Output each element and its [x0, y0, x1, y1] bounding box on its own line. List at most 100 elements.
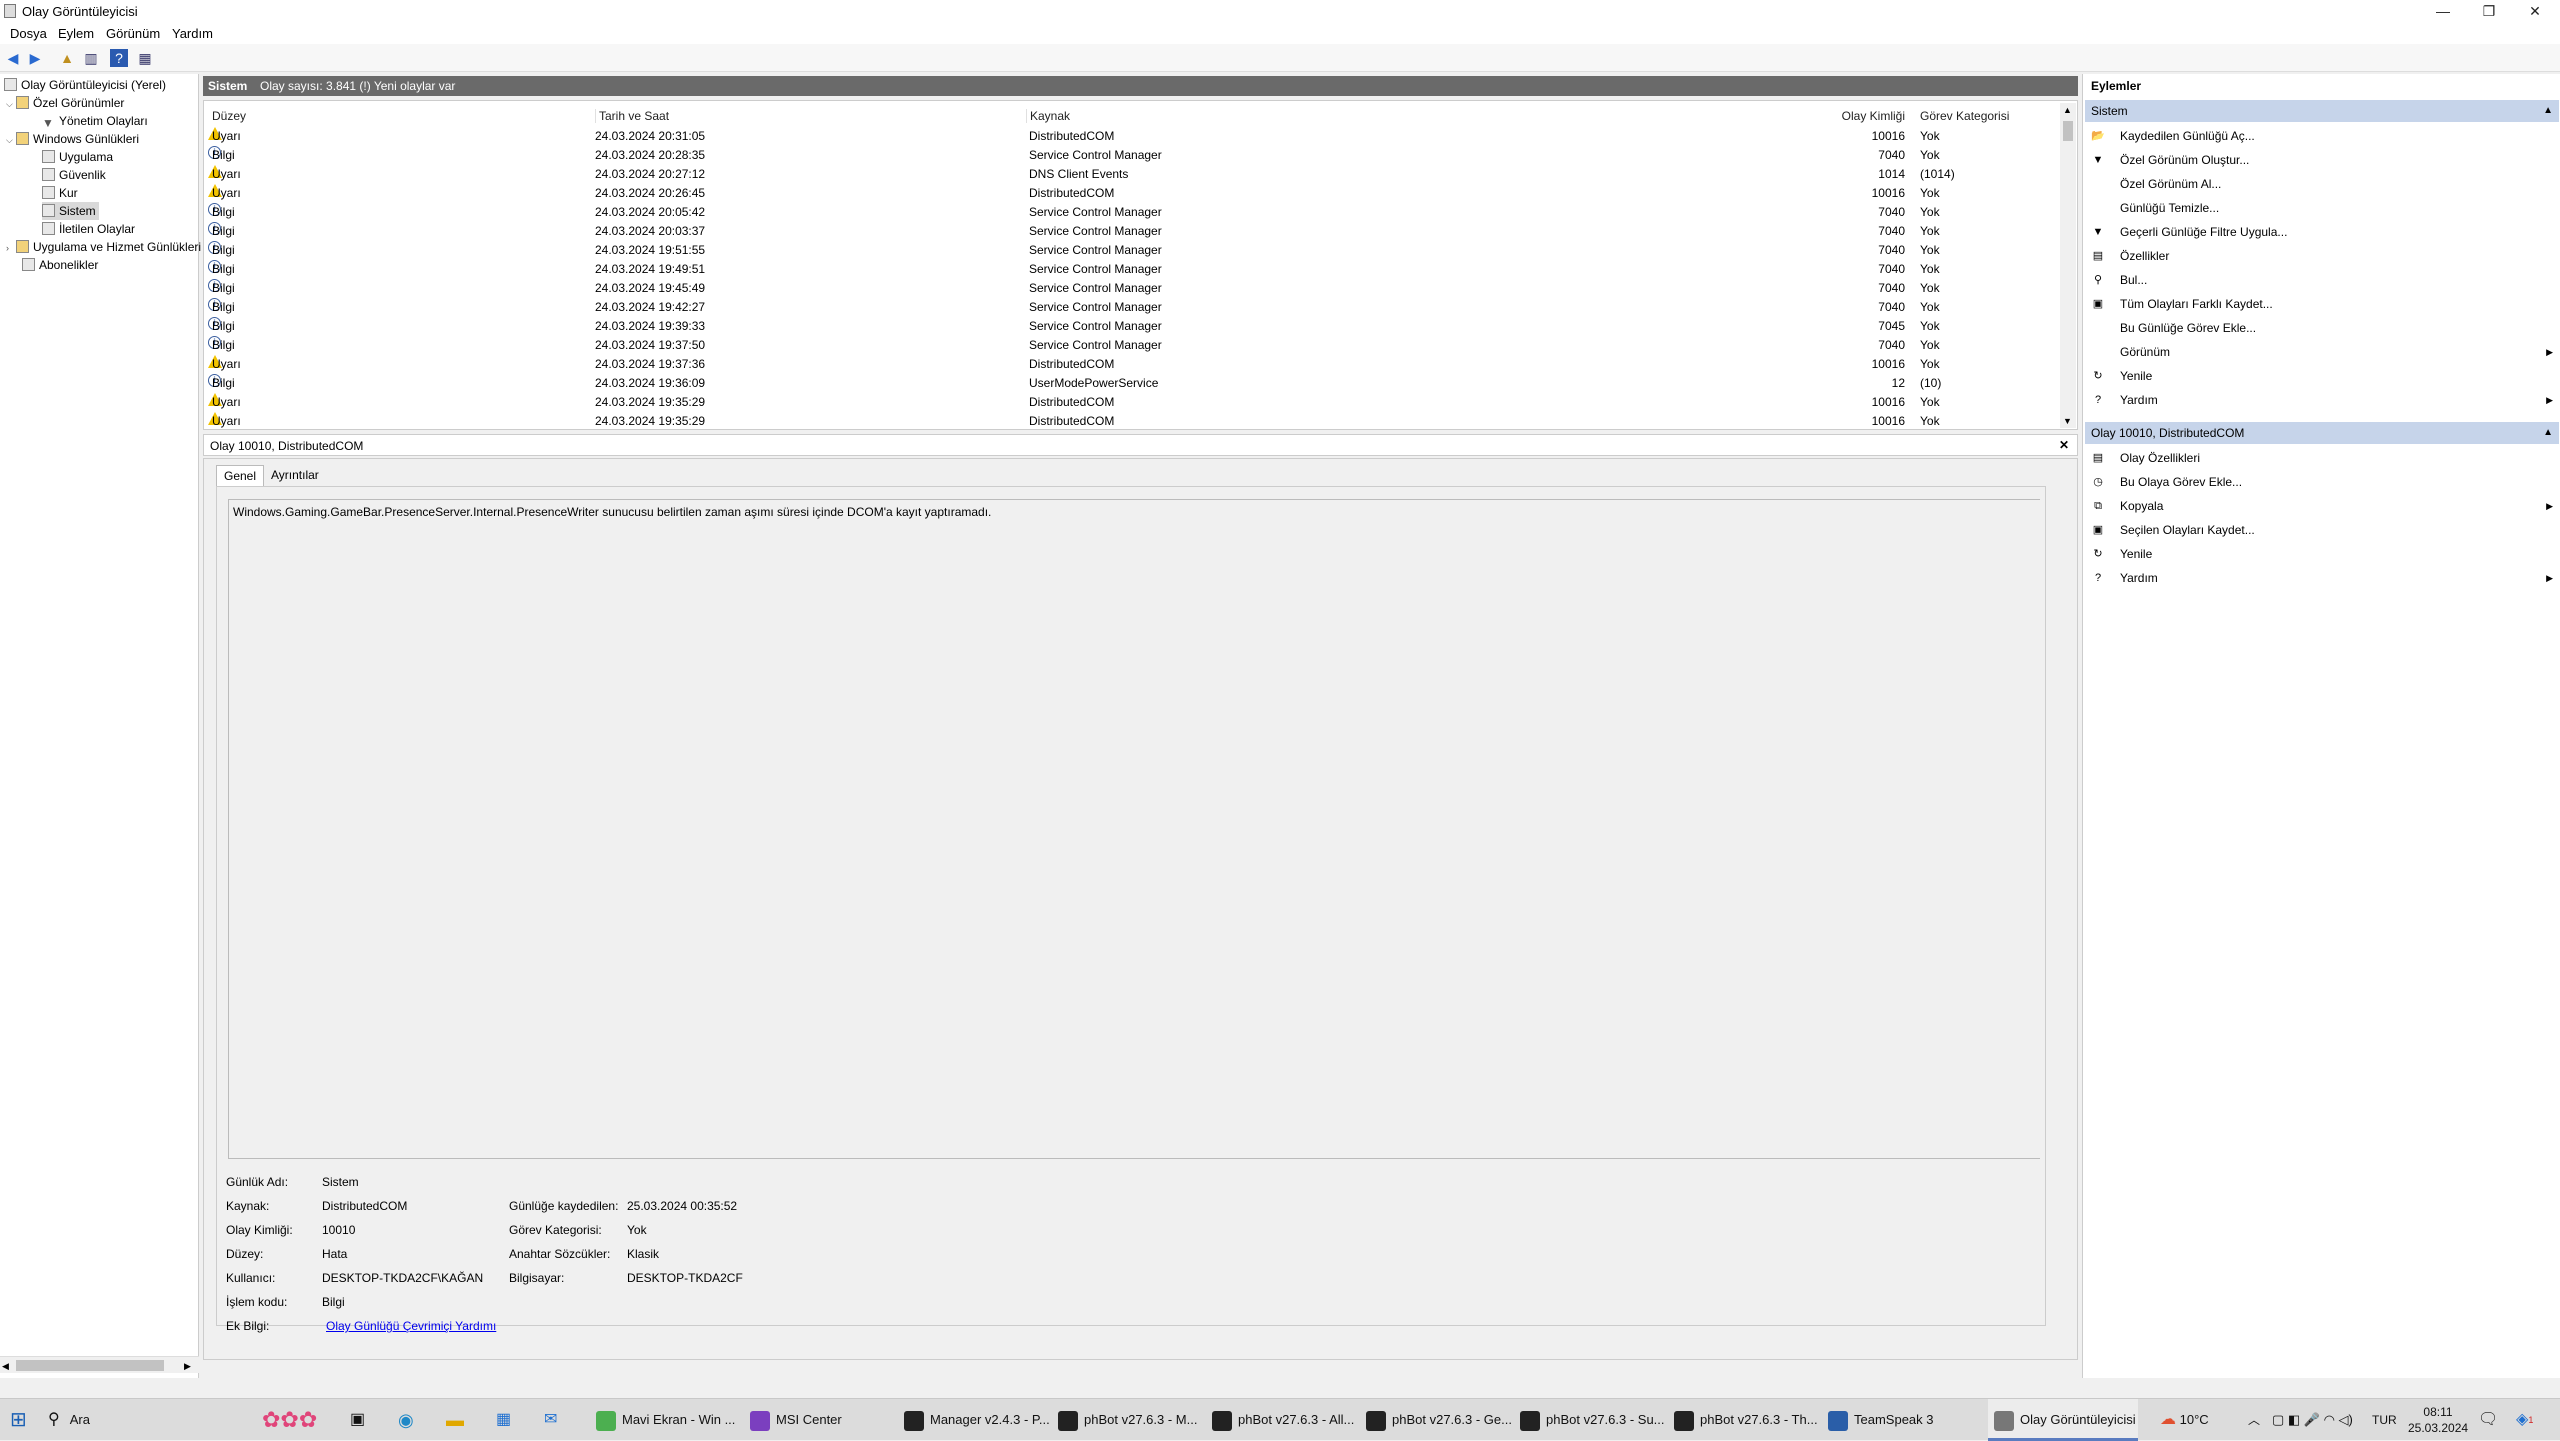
show-hide-tree-icon[interactable]: ▥	[82, 49, 100, 67]
column-header-level[interactable]: Düzey	[212, 109, 246, 123]
action-kaydedilen-günlüğü-aç[interactable]: 📂 Kaydedilen Günlüğü Aç...	[2085, 124, 2559, 148]
action-bu-olaya-görev-ekle[interactable]: ◷ Bu Olaya Görev Ekle...	[2085, 470, 2559, 494]
taskbar-app-button[interactable]: TeamSpeak 3	[1822, 1399, 1968, 1441]
copilot-icon[interactable]: ◈1	[2516, 1399, 2533, 1441]
task-view-icon[interactable]: ▣	[350, 1399, 374, 1441]
taskbar-app-button[interactable]: Mavi Ekran - Win ...	[590, 1399, 736, 1441]
taskbar-app-button[interactable]: phBot v27.6.3 - Th...	[1668, 1399, 1818, 1441]
minimize-button[interactable]: —	[2420, 0, 2466, 22]
scroll-right-icon[interactable]: ▶	[184, 1361, 191, 1372]
action-bu-günlüğe-görev-ekle[interactable]: Bu Günlüğe Görev Ekle...	[2085, 316, 2559, 340]
tree-item-root[interactable]: Olay Görüntüleyicisi (Yerel)	[4, 76, 166, 94]
list-vertical-scrollbar[interactable]: ▲ ▼	[2060, 103, 2076, 428]
store-icon[interactable]: ▦	[496, 1399, 520, 1441]
tree-item-subscriptions[interactable]: Abonelikler	[22, 256, 98, 274]
action-günlüğü-temizle[interactable]: Günlüğü Temizle...	[2085, 196, 2559, 220]
table-row[interactable]: i Bilgi 24.03.2024 19:36:09 UserModePowerSe…	[204, 374, 2064, 393]
close-button[interactable]: ✕	[2512, 0, 2558, 22]
taskbar-app-button[interactable]: phBot v27.6.3 - M...	[1052, 1399, 1198, 1441]
column-header-event-id[interactable]: Olay Kimliği	[1640, 109, 1905, 123]
table-row[interactable]: i Bilgi 24.03.2024 20:05:42 Service Control…	[204, 203, 2064, 222]
notifications-icon[interactable]: 🗨	[2478, 1399, 2498, 1441]
tray-icons[interactable]: ▢ ◧ 🎤 ◠ ◁)	[2272, 1399, 2353, 1441]
taskbar-app-button[interactable]: MSI Center	[744, 1399, 890, 1441]
tree-item-application[interactable]: Uygulama	[42, 148, 113, 166]
action-bul[interactable]: ⚲ Bul...	[2085, 268, 2559, 292]
table-row[interactable]: i Bilgi 24.03.2024 19:45:49 Service Control…	[204, 279, 2064, 298]
table-row[interactable]: Uyarı 24.03.2024 19:35:29 DistributedCOM 10…	[204, 412, 2064, 429]
tab-general[interactable]: Genel	[216, 465, 265, 486]
menu-eylem[interactable]: Eylem	[58, 26, 94, 41]
table-row[interactable]: i Bilgi 24.03.2024 20:03:37 Service Control…	[204, 222, 2064, 241]
expand-toggle-icon[interactable]: ⌵	[6, 95, 16, 113]
tree-item-forwarded-events[interactable]: İletilen Olaylar	[42, 220, 135, 238]
action-özellikler[interactable]: ▤ Özellikler	[2085, 244, 2559, 268]
action-seçilen-olayları-kaydet[interactable]: ▣ Seçilen Olayları Kaydet...	[2085, 518, 2559, 542]
menu-yardim[interactable]: Yardım	[172, 26, 213, 41]
column-header-source[interactable]: Kaynak	[1026, 109, 1070, 123]
expand-toggle-icon[interactable]: ⌵	[6, 131, 16, 149]
column-header-date[interactable]: Tarih ve Saat	[595, 109, 669, 123]
taskbar-app-button[interactable]: Manager v2.4.3 - P...	[898, 1399, 1050, 1441]
action-görünüm[interactable]: Görünüm ▶	[2085, 340, 2559, 364]
expand-toggle-icon[interactable]: ›	[6, 239, 16, 257]
taskbar-app-button[interactable]: phBot v27.6.3 - All...	[1206, 1399, 1354, 1441]
show-hide-actions-icon[interactable]: ▦	[136, 49, 154, 67]
table-row[interactable]: i Bilgi 24.03.2024 19:39:33 Service Control…	[204, 317, 2064, 336]
taskbar-search[interactable]: ⚲ Ara	[48, 1399, 248, 1441]
weather-widget[interactable]: ☁ 10°C	[2160, 1399, 2230, 1441]
action-tüm-olayları-farklı-kaydet[interactable]: ▣ Tüm Olayları Farklı Kaydet...	[2085, 292, 2559, 316]
table-row[interactable]: Uyarı 24.03.2024 20:27:12 DNS Client Event…	[204, 165, 2064, 184]
up-folder-icon[interactable]: ▲	[58, 49, 76, 67]
table-row[interactable]: i Bilgi 24.03.2024 19:37:50 Service Control…	[204, 336, 2064, 355]
clock[interactable]: 08:11 25.03.2024	[2408, 1399, 2468, 1441]
scroll-left-icon[interactable]: ◀	[2, 1361, 9, 1372]
collapse-icon[interactable]: ▲	[2543, 422, 2553, 444]
tulips-icon[interactable]: ✿✿✿	[262, 1399, 332, 1441]
taskbar-app-button[interactable]: Olay Görüntüleyicisi	[1988, 1399, 2138, 1441]
tree-item-system[interactable]: Sistem	[42, 202, 99, 220]
start-icon[interactable]: ⊞	[10, 1399, 40, 1441]
action-yenile[interactable]: ↻ Yenile	[2085, 364, 2559, 388]
table-row[interactable]: Uyarı 24.03.2024 19:35:29 DistributedCOM 10…	[204, 393, 2064, 412]
table-row[interactable]: i Bilgi 24.03.2024 19:49:51 Service Control…	[204, 260, 2064, 279]
event-message[interactable]: Windows.Gaming.GameBar.PresenceServer.In…	[228, 499, 2040, 1159]
action-özel-görünüm-al[interactable]: Özel Görünüm Al...	[2085, 172, 2559, 196]
action-geçerli-günlüğe-filtre-uygula[interactable]: ▼ Geçerli Günlüğe Filtre Uygula...	[2085, 220, 2559, 244]
tree-item-windows-logs[interactable]: ⌵ Windows Günlükleri	[6, 130, 139, 148]
actions-section-system[interactable]: Sistem ▲	[2085, 100, 2559, 122]
close-detail-icon[interactable]: ✕	[2059, 438, 2069, 452]
scroll-up-icon[interactable]: ▲	[2063, 105, 2072, 115]
action-yenile[interactable]: ↻ Yenile	[2085, 542, 2559, 566]
table-row[interactable]: i Bilgi 24.03.2024 20:28:35 Service Control…	[204, 146, 2064, 165]
taskbar-app-button[interactable]: phBot v27.6.3 - Su...	[1514, 1399, 1665, 1441]
tree-item-admin-events[interactable]: ▼ Yönetim Olayları	[42, 112, 148, 130]
message-scrollbar[interactable]	[2026, 500, 2040, 1158]
tree-item-custom-views[interactable]: ⌵ Özel Görünümler	[6, 94, 124, 112]
help-icon[interactable]: ?	[110, 49, 128, 67]
action-yardım[interactable]: ? Yardım ▶	[2085, 388, 2559, 412]
scroll-thumb[interactable]	[16, 1360, 164, 1371]
menu-dosya[interactable]: Dosya	[10, 26, 47, 41]
column-header-task-category[interactable]: Görev Kategorisi	[1920, 109, 2009, 123]
mail-icon[interactable]: ✉	[544, 1399, 568, 1441]
table-row[interactable]: i Bilgi 24.03.2024 19:42:27 Service Control…	[204, 298, 2064, 317]
scroll-down-icon[interactable]: ▼	[2063, 416, 2072, 426]
tab-details[interactable]: Ayrıntılar	[264, 465, 326, 485]
scroll-thumb[interactable]	[2063, 121, 2073, 141]
show-hidden-icons[interactable]: ︿	[2248, 1399, 2260, 1441]
table-row[interactable]: Uyarı 24.03.2024 19:37:36 DistributedCOM 10…	[204, 355, 2064, 374]
action-özel-görünüm-oluştur[interactable]: ▼ Özel Görünüm Oluştur...	[2085, 148, 2559, 172]
back-icon[interactable]: ◀	[4, 49, 22, 67]
online-help-link[interactable]: Olay Günlüğü Çevrimiçi Yardımı	[326, 1319, 496, 1333]
action-kopyala[interactable]: ⧉ Kopyala ▶	[2085, 494, 2559, 518]
taskbar-app-button[interactable]: phBot v27.6.3 - Ge...	[1360, 1399, 1512, 1441]
language-indicator[interactable]: TUR	[2372, 1399, 2397, 1441]
forward-icon[interactable]: ▶	[26, 49, 44, 67]
edge-icon[interactable]: ◉	[398, 1399, 422, 1441]
table-row[interactable]: Uyarı 24.03.2024 20:31:05 DistributedCOM 10…	[204, 127, 2064, 146]
table-row[interactable]: Uyarı 24.03.2024 20:26:45 DistributedCOM 10…	[204, 184, 2064, 203]
tree-item-app-service-logs[interactable]: › Uygulama ve Hizmet Günlükleri	[6, 238, 201, 256]
table-row[interactable]: i Bilgi 24.03.2024 19:51:55 Service Control…	[204, 241, 2064, 260]
file-explorer-icon[interactable]: ▬	[446, 1399, 470, 1441]
